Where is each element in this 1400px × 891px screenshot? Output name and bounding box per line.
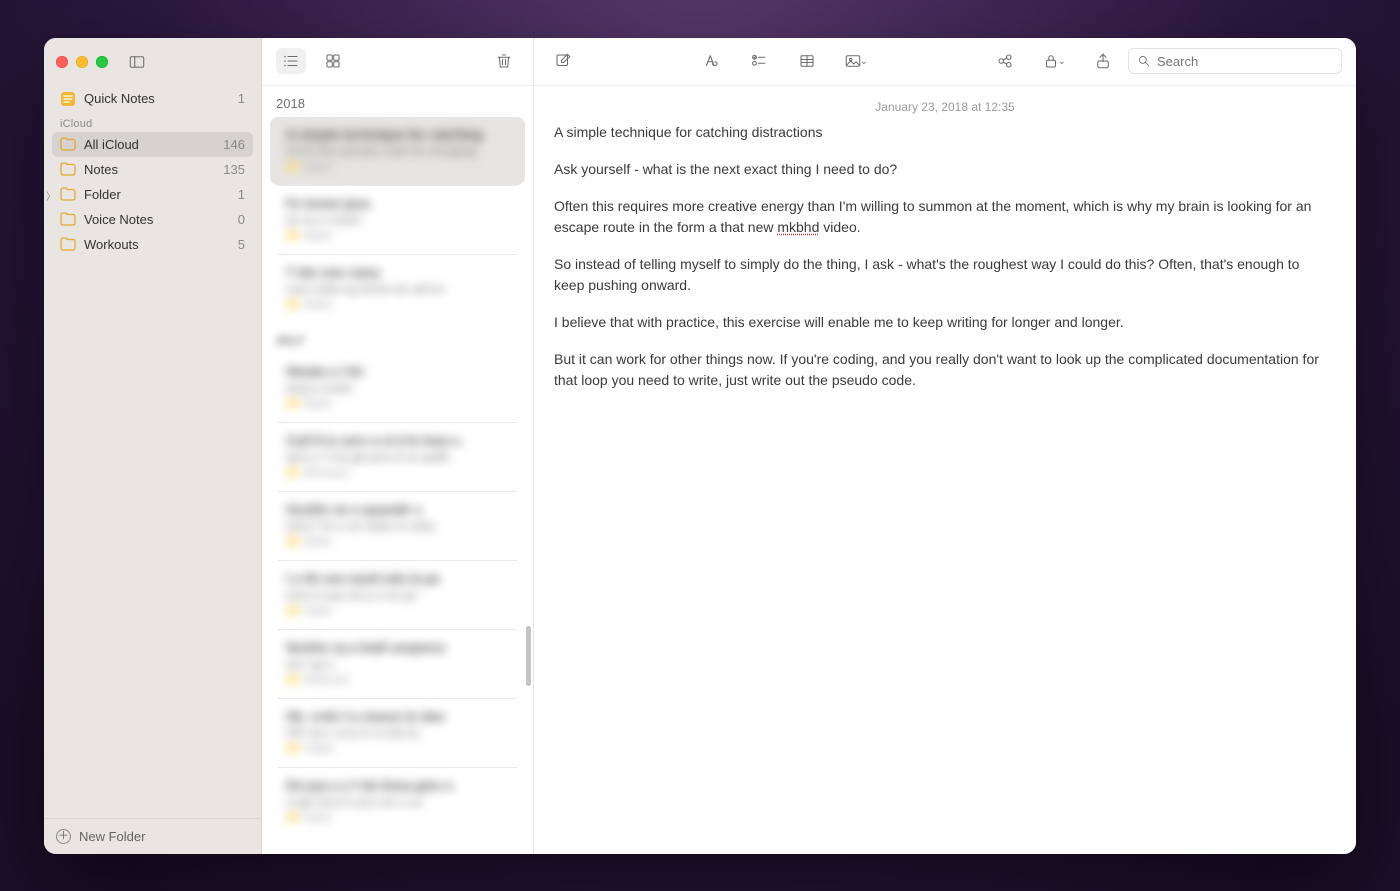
chevron-down-icon: ⌄ <box>860 56 868 67</box>
sidebar-item-folder[interactable]: Notes 135 <box>52 157 253 182</box>
note-paragraph: I believe that with practice, this exerc… <box>554 312 1324 333</box>
minimize-window-button[interactable] <box>76 56 88 68</box>
note-list-item[interactable]: T dm rem rutsa nost rudat ng hendr de ra… <box>270 255 525 323</box>
sidebar-item-folder[interactable]: Voice Notes 0 <box>52 207 253 232</box>
quick-notes-icon <box>60 91 76 107</box>
sidebar-item-folder[interactable]: All iCloud 146 <box>52 132 253 157</box>
sidebar-scroll[interactable]: Quick Notes 1 iCloud All iCloud 146 Notes 1… <box>44 86 261 818</box>
note-paragraph: Ask yourself - what is the next exact th… <box>554 159 1324 180</box>
search-field[interactable] <box>1128 48 1342 74</box>
table-button[interactable] <box>792 48 822 74</box>
sidebar-item-label: All iCloud <box>84 137 139 152</box>
sidebar-item-quick-notes[interactable]: Quick Notes 1 <box>52 86 253 112</box>
sidebar-section-icloud: iCloud <box>52 112 253 132</box>
sidebar-item-label: Workouts <box>84 237 139 252</box>
sidebar-item-folder[interactable]: 〉Folder1 <box>52 182 253 207</box>
note-list-item[interactable]: Cull ft is serv a vl d le lnea utant y l… <box>270 423 525 491</box>
note-list-item[interactable]: Ok. rrsfs f a rmeun tn dnaHPr de n d la … <box>270 699 525 767</box>
folders-sidebar: Quick Notes 1 iCloud All iCloud 146 Notes 1… <box>44 38 262 854</box>
notes-list-toolbar <box>262 38 533 86</box>
note-content[interactable]: A simple technique for catching distract… <box>554 122 1324 391</box>
list-view-button[interactable] <box>276 48 306 74</box>
window-controls <box>56 56 108 68</box>
close-window-button[interactable] <box>56 56 68 68</box>
share-button[interactable] <box>1088 48 1118 74</box>
sidebar-item-count: 1 <box>238 187 245 202</box>
notes-year-header: 2018 <box>262 86 533 117</box>
note-title: A simple technique for catching distract… <box>554 122 1324 143</box>
editor-panel: ⌄ ⌄ January 23, 2 <box>534 38 1356 854</box>
note-list-item[interactable]: Sesfnn rq a hadi sesperrawa t qa n📁 Work… <box>270 630 525 698</box>
editor-body[interactable]: January 23, 2018 at 12:35 A simple techn… <box>534 86 1356 854</box>
search-input[interactable] <box>1157 54 1333 69</box>
note-paragraph: But it can work for other things now. If… <box>554 349 1324 391</box>
sidebar-item-label: Quick Notes <box>84 91 155 106</box>
notes-list-scroll[interactable]: 2018 A simple technique for catching 01/… <box>262 86 533 854</box>
notes-year-header: 2017 <box>262 323 533 354</box>
sidebar-item-count: 1 <box>238 91 245 106</box>
note-list-item[interactable]: fnt psa u e f de linua gins ecl gle foos… <box>270 768 525 836</box>
note-list-item[interactable]: A simple technique for catching 01/23 th… <box>270 117 525 185</box>
note-list-item[interactable]: l u ifn sev ennil edu la peend d a ga ra… <box>270 561 525 629</box>
note-paragraph: So instead of telling myself to simply d… <box>554 254 1324 296</box>
search-icon <box>1137 54 1151 68</box>
folder-icon <box>60 137 76 151</box>
note-list-item[interactable]: Sheda u l fniamg a nuatn📁 Notes <box>270 354 525 422</box>
link-button[interactable] <box>990 48 1020 74</box>
checklist-button[interactable] <box>744 48 774 74</box>
sidebar-item-label: Voice Notes <box>84 212 153 227</box>
editor-toolbar: ⌄ ⌄ <box>534 38 1356 86</box>
folder-icon <box>60 162 76 176</box>
format-group: ⌄ <box>696 48 872 74</box>
sidebar-titlebar <box>44 38 261 86</box>
fullscreen-window-button[interactable] <box>96 56 108 68</box>
toggle-sidebar-button[interactable] <box>122 49 152 75</box>
app-window: Quick Notes 1 iCloud All iCloud 146 Notes 1… <box>44 38 1356 854</box>
notes-list-panel: 2018 A simple technique for catching 01/… <box>262 38 534 854</box>
scrollbar-thumb[interactable] <box>526 626 531 686</box>
folder-icon <box>60 212 76 226</box>
note-list-item[interactable]: Ossilin nn e quandir xfuhul f hn e an in… <box>270 492 525 560</box>
note-paragraph: Often this requires more creative energy… <box>554 196 1324 238</box>
misspelled-word[interactable]: mkbhd <box>777 219 819 235</box>
text-style-button[interactable] <box>696 48 726 74</box>
new-folder-label: New Folder <box>79 829 145 844</box>
plus-circle-icon: ＋ <box>56 829 71 844</box>
sidebar-item-count: 5 <box>238 237 245 252</box>
disclosure-chevron-icon[interactable]: 〉 <box>46 188 56 203</box>
media-button[interactable]: ⌄ <box>840 48 872 74</box>
folder-icon <box>60 187 76 201</box>
gallery-view-button[interactable] <box>318 48 348 74</box>
chevron-down-icon: ⌄ <box>1058 56 1066 67</box>
sidebar-item-folder[interactable]: Workouts 5 <box>52 232 253 257</box>
note-list-item[interactable]: Fx lorem ipsa do eu e minim 📁 Notes <box>270 186 525 254</box>
sidebar-item-label: Folder <box>84 187 121 202</box>
note-date: January 23, 2018 at 12:35 <box>554 100 1336 122</box>
share-group: ⌄ <box>990 48 1118 74</box>
sidebar-item-count: 146 <box>223 137 245 152</box>
lock-button[interactable]: ⌄ <box>1038 48 1070 74</box>
sidebar-item-label: Notes <box>84 162 118 177</box>
compose-note-button[interactable] <box>548 48 578 74</box>
new-folder-button[interactable]: ＋ New Folder <box>44 818 261 854</box>
sidebar-item-count: 0 <box>238 212 245 227</box>
delete-note-button[interactable] <box>489 48 519 74</box>
sidebar-item-count: 135 <box>223 162 245 177</box>
folder-icon <box>60 237 76 251</box>
